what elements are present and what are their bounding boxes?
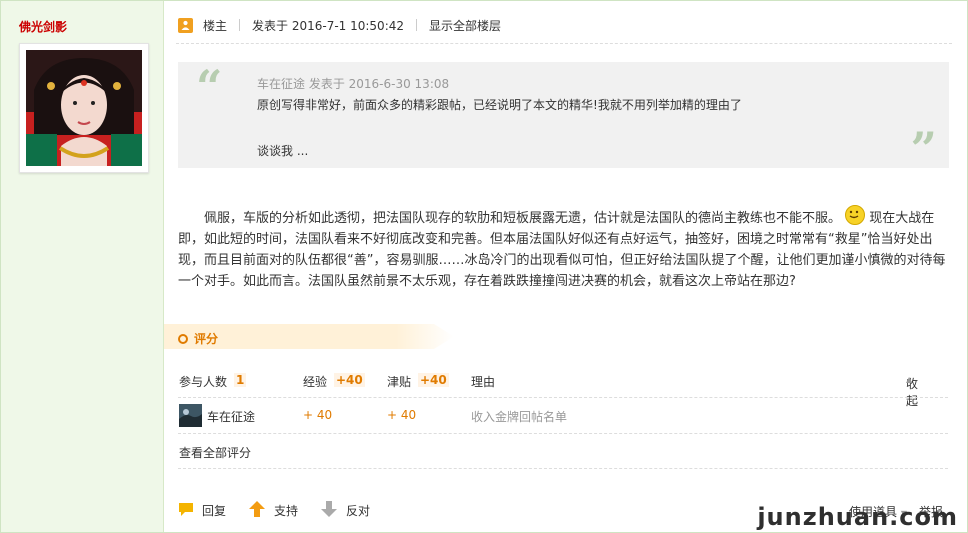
- quote-block: “ 车在征途 发表于 2016-6-30 13:08 原创写得非常好，前面众多的…: [178, 60, 949, 172]
- support-button[interactable]: 支持: [248, 500, 298, 521]
- quote-close-icon: ”: [910, 122, 937, 176]
- author-name[interactable]: 佛光剑影: [19, 18, 67, 35]
- reply-button[interactable]: 回复: [178, 501, 226, 520]
- support-label: 支持: [274, 504, 299, 518]
- host-icon: [178, 17, 193, 33]
- header-divider: [176, 43, 952, 44]
- gold-total: +40: [418, 373, 449, 387]
- quote-more-link[interactable]: 谈谈我 ...: [257, 142, 308, 159]
- quote-open-icon: “: [196, 60, 223, 114]
- post-time: 发表于 2016-7-1 10:50:42: [252, 18, 405, 33]
- oppose-label: 反对: [346, 504, 371, 518]
- exp-total: +40: [334, 373, 365, 387]
- thumb-up-icon: [248, 500, 266, 521]
- divider: [178, 397, 948, 398]
- post-body-text: 佩服，车版的分析如此透彻，把法国队现存的软肋和短板展露无遗，估计就是法国队的德尚…: [204, 211, 842, 226]
- rater-exp: + 40: [303, 408, 333, 422]
- smile-emoji-icon: [845, 205, 866, 225]
- divider: [178, 433, 948, 434]
- rater-name[interactable]: 车在征途: [207, 408, 255, 425]
- show-all-floors-link[interactable]: 显示全部楼层: [429, 17, 501, 34]
- avatar[interactable]: [26, 50, 142, 166]
- reply-label: 回复: [202, 504, 227, 518]
- quote-author-line: 车在征途 发表于 2016-6-30 13:08: [257, 77, 450, 91]
- quote-text: 原创写得非常好，前面众多的精彩跟帖，已经说明了本文的精华!我就不用列举加精的理由…: [257, 98, 742, 112]
- rating-row: 车在征途 + 40 + 40 收入金牌回帖名单: [178, 404, 946, 428]
- oppose-button[interactable]: 反对: [320, 500, 370, 521]
- site-watermark: junzhuan.com: [757, 503, 958, 531]
- gold-label: 津贴: [387, 375, 412, 389]
- view-all-ratings-link[interactable]: 查看全部评分: [179, 444, 251, 461]
- post-meta: 楼主 发表于 2016-7-1 10:50:42 显示全部楼层: [178, 16, 501, 34]
- divider: [178, 468, 948, 469]
- chevron-up-icon: ▲: [906, 375, 913, 384]
- rating-label: 评分: [194, 332, 219, 346]
- thumb-down-icon: [320, 500, 338, 521]
- rater-reason: 收入金牌回帖名单: [471, 410, 568, 424]
- avatar-frame: [19, 43, 149, 173]
- post-body: 佩服，车版的分析如此透彻，把法国队现存的软肋和短板展露无遗，估计就是法国队的德尚…: [178, 205, 954, 292]
- author-sidebar: 佛光剑影: [1, 1, 164, 532]
- exp-label: 经验: [303, 375, 328, 389]
- divider: [416, 19, 418, 31]
- participants-count: 1: [234, 373, 247, 387]
- participants-label: 参与人数: [179, 375, 228, 389]
- rater-avatar[interactable]: [179, 404, 202, 427]
- post-actions: 回复 支持 反对: [178, 500, 392, 521]
- reply-icon: [178, 501, 194, 520]
- rating-circle-icon: [178, 333, 188, 344]
- rating-header: 参与人数 1 经验 +40 津贴 +40 理由 收起 ▲: [178, 371, 946, 408]
- reason-label: 理由: [471, 375, 496, 389]
- post-main: 楼主 发表于 2016-7-1 10:50:42 显示全部楼层 “ 车在征途 发…: [164, 0, 968, 533]
- rating-tab: 评分: [178, 330, 218, 347]
- rater-gold: + 40: [387, 408, 417, 422]
- host-badge: 楼主: [203, 18, 228, 33]
- divider: [239, 19, 241, 31]
